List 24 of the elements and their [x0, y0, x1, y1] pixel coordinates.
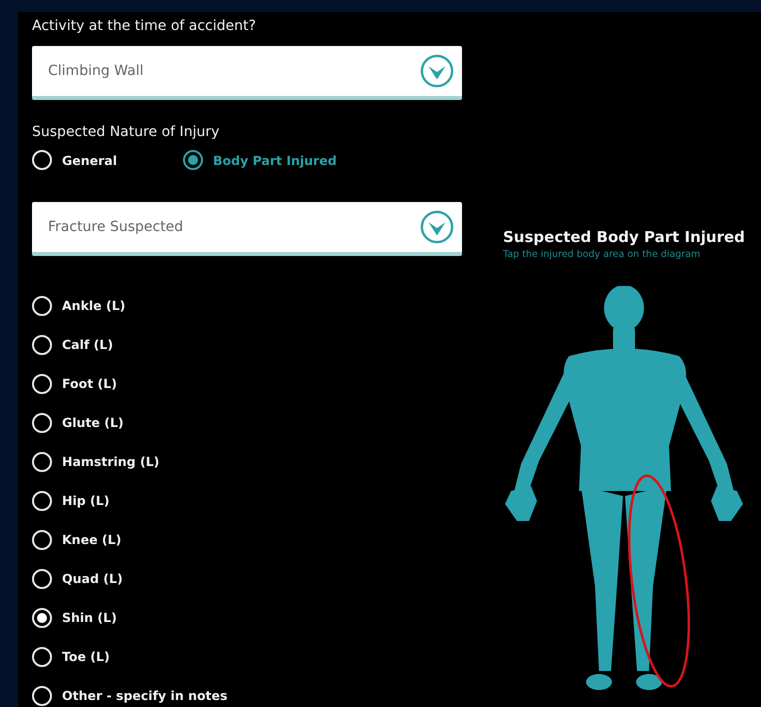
radio-icon — [183, 150, 203, 170]
radio-option[interactable]: Other - specify in notes — [32, 684, 462, 707]
radio-option[interactable]: Ankle (L) — [32, 294, 462, 317]
radio-option[interactable]: Shin (L) — [32, 606, 462, 629]
radio-option[interactable]: Body Part Injured — [183, 150, 337, 170]
radio-option[interactable]: Foot (L) — [32, 372, 462, 395]
diagram-title: Suspected Body Part Injured — [503, 228, 746, 246]
radio-option[interactable]: Hamstring (L) — [32, 450, 462, 473]
radio-option[interactable]: Knee (L) — [32, 528, 462, 551]
chevron-down-icon — [420, 54, 454, 88]
radio-option[interactable]: Hip (L) — [32, 489, 462, 512]
diagram-hint: Tap the injured body area on the diagram — [503, 249, 702, 260]
body-diagram-drawing[interactable] — [505, 286, 743, 690]
activity-dropdown[interactable]: Climbing Wall — [32, 46, 462, 100]
radio-option[interactable]: Toe (L) — [32, 645, 462, 668]
radio-option[interactable]: Glute (L) — [32, 411, 462, 434]
field-label: Activity at the time of accident? — [32, 18, 257, 34]
radio-option[interactable]: General — [32, 150, 117, 170]
radio-icon — [32, 150, 52, 170]
radio-option[interactable]: Quad (L) — [32, 567, 462, 590]
field-label: Suspected Nature of Injury — [32, 124, 220, 140]
chevron-down-icon — [420, 210, 454, 244]
radio-option[interactable]: Calf (L) — [32, 333, 462, 356]
injury-type-dropdown[interactable]: Fracture Suspected — [32, 202, 462, 256]
